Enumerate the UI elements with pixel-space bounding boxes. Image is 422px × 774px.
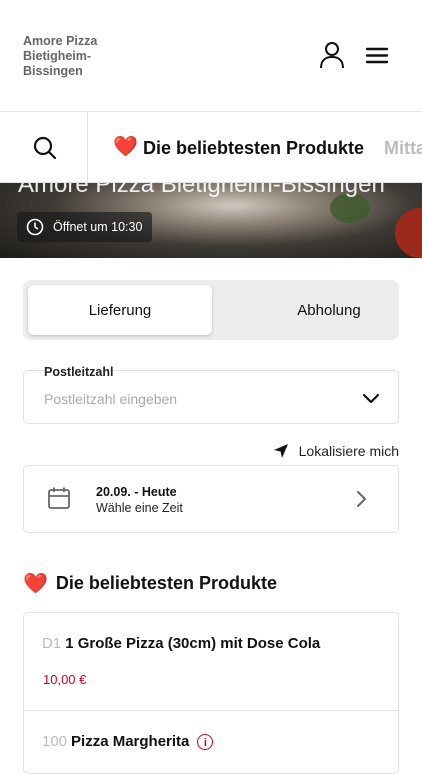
tab-popular-products[interactable]: Die beliebtesten Produkte: [143, 138, 364, 159]
info-icon[interactable]: i: [197, 734, 214, 751]
product-title: 1 Große Pizza (30cm) mit Dose Cola: [65, 635, 321, 652]
clock-icon: [26, 218, 44, 236]
restaurant-title: Amore Pizza Bietigheim-Bissingen: [18, 183, 385, 198]
product-item[interactable]: D1 1 Große Pizza (30cm) mit Dose Cola 10,…: [24, 613, 398, 711]
product-name: 100 Pizza Margherita i: [42, 733, 332, 751]
hamburger-menu-icon[interactable]: [363, 40, 393, 70]
choose-time-hint: Wähle eine Zeit: [96, 501, 183, 515]
product-name: D1 1 Große Pizza (30cm) mit Dose Cola: [42, 635, 332, 653]
calendar-icon: [48, 487, 70, 509]
section-heading-popular: ❤️ Die beliebtesten Produkte: [23, 571, 277, 596]
category-tab-bar: ❤️ Die beliebtesten Produkte Mitta: [0, 112, 422, 183]
locate-me-button[interactable]: Lokalisiere mich: [273, 441, 399, 461]
user-icon[interactable]: [317, 40, 347, 70]
delivery-option[interactable]: Lieferung: [28, 285, 212, 335]
product-code: 100: [42, 733, 68, 750]
location-arrow-icon: [273, 444, 288, 458]
delivery-time-picker[interactable]: 20.09. - Heute Wähle eine Zeit: [23, 465, 399, 533]
order-mode-toggle: Lieferung Abholung: [23, 280, 399, 340]
section-title: Die beliebtesten Produkte: [55, 573, 277, 593]
pickup-option[interactable]: Abholung: [237, 285, 421, 335]
postcode-field[interactable]: Postleitzahl: [23, 365, 399, 424]
app-header: Amore Pizza Bietigheim- Bissingen: [0, 0, 422, 112]
brand-line-2: Bietigheim-: [23, 49, 92, 63]
postcode-label: Postleitzahl: [44, 365, 114, 379]
search-icon: [33, 136, 57, 160]
brand-name[interactable]: Amore Pizza Bietigheim- Bissingen: [23, 34, 143, 79]
selected-date: 20.09. - Heute: [96, 485, 177, 499]
product-item[interactable]: 100 Pizza Margherita i: [24, 711, 398, 771]
brand-line-1: Amore Pizza: [23, 34, 98, 48]
hero-banner: Amore Pizza Bietigheim-Bissingen Öffnet …: [0, 183, 422, 258]
product-price: 10,00 €: [43, 672, 87, 687]
chevron-right-icon: [357, 491, 366, 507]
postcode-input[interactable]: [44, 391, 344, 407]
tab-next-category[interactable]: Mitta: [384, 138, 422, 159]
locate-me-label: Lokalisiere mich: [298, 443, 399, 459]
hero-decoration: [395, 208, 422, 258]
heart-icon: ❤️: [23, 573, 48, 595]
chevron-down-icon[interactable]: [362, 393, 380, 405]
product-code: D1: [42, 635, 62, 652]
opening-hours-badge: Öffnet um 10:30: [17, 212, 153, 242]
opening-hours-text: Öffnet um 10:30: [53, 220, 143, 234]
brand-line-3: Bissingen: [23, 64, 83, 78]
search-button[interactable]: [0, 112, 88, 182]
product-title: Pizza Margherita: [71, 733, 190, 750]
heart-icon: ❤️: [113, 136, 138, 158]
